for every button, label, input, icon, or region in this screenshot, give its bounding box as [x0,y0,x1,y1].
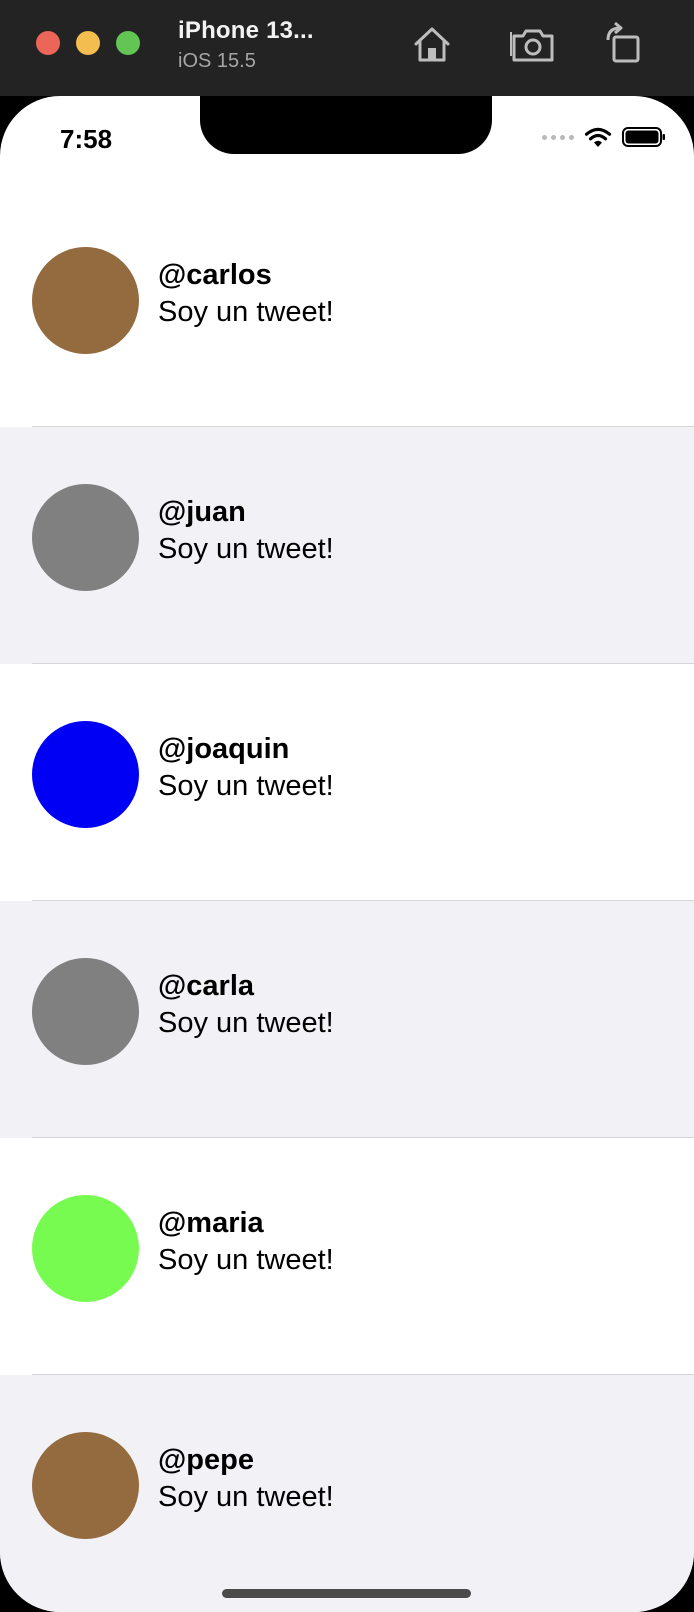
os-version: iOS 15.5 [178,50,256,72]
tweet-username: @joaquin [158,733,290,765]
home-icon[interactable] [408,20,456,68]
minimize-window-button[interactable] [76,31,100,55]
tweet-username: @maria [158,1207,264,1239]
tweet-row[interactable]: @pepe Soy un tweet! [0,1375,694,1612]
tweet-list: @carlos Soy un tweet! @juan Soy un tweet… [0,190,694,1612]
avatar [32,958,139,1065]
tweet-row[interactable]: @joaquin Soy un tweet! [0,664,694,901]
tweet-username: @pepe [158,1444,254,1476]
tweet-username: @carlos [158,259,272,291]
notch [200,96,492,154]
screenshot-icon[interactable] [509,20,557,68]
avatar [32,1195,139,1302]
tweet-text: Soy un tweet! [158,1481,334,1513]
tweet-text: Soy un tweet! [158,533,334,565]
battery-icon [622,127,665,147]
tweet-row[interactable]: @juan Soy un tweet! [0,427,694,664]
tweet-username: @carla [158,970,255,1002]
tweet-text: Soy un tweet! [158,1007,334,1039]
tweet-text: Soy un tweet! [158,770,334,802]
rotate-icon[interactable] [600,20,648,68]
avatar [32,247,139,354]
status-icons [542,126,666,148]
avatar [32,721,139,828]
tweet-text: Soy un tweet! [158,296,334,328]
status-time: 7:58 [60,124,113,154]
tweet-username: @juan [158,496,246,528]
tweet-row[interactable]: @maria Soy un tweet! [0,1138,694,1375]
home-indicator[interactable] [222,1589,471,1598]
close-window-button[interactable] [36,31,60,55]
avatar [32,484,139,591]
zoom-window-button[interactable] [116,31,140,55]
tweet-text: Soy un tweet! [158,1244,334,1276]
simulator-titlebar: iPhone 13... iOS 15.5 [0,0,694,96]
tweet-row[interactable]: @carlos Soy un tweet! [0,190,694,427]
device-name: iPhone 13... [178,17,314,44]
wifi-icon [584,127,612,147]
avatar [32,1432,139,1539]
cellular-signal-icon [542,134,574,140]
tweet-row[interactable]: @carla Soy un tweet! [0,901,694,1138]
phone-screen: 7:58 @carlos Soy un tweet! @juan Soy un … [0,96,694,1612]
